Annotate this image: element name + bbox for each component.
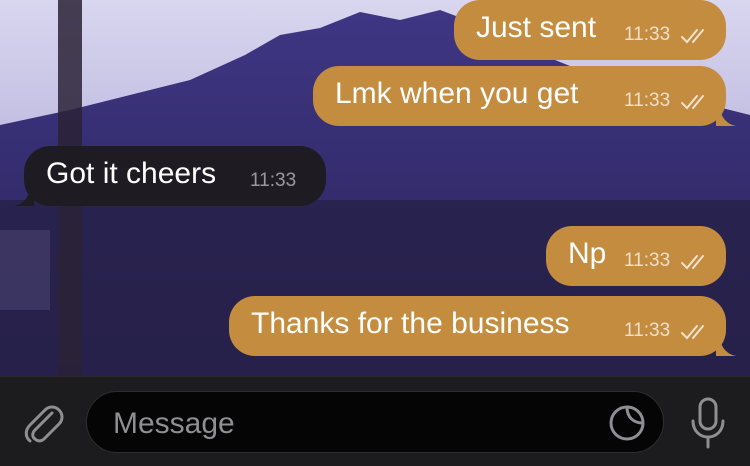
message-text: Got it cheers [46,157,217,190]
bubble-tail [14,186,34,206]
read-receipt-icon [681,95,704,110]
chat-screen: Just sent 11:33 Lmk when you get 11:33 G… [0,0,750,466]
message-text: Just sent [476,11,597,44]
message-input-field[interactable] [86,391,664,453]
read-receipt-icon [681,325,704,340]
bubble-tail [716,336,736,356]
message-time: 11:33 [624,250,671,271]
message-text: Thanks for the business [251,307,570,340]
message-bubble-outgoing[interactable]: Thanks for the business 11:33 [229,296,736,356]
sticker-icon[interactable] [607,403,647,443]
message-time: 11:33 [624,24,671,45]
message-text: Lmk when you get [335,77,579,110]
message-bubble-outgoing[interactable]: Just sent 11:33 [454,0,726,60]
message-time: 11:33 [250,170,297,191]
message-input[interactable] [111,403,595,445]
message-time: 11:33 [624,90,671,111]
microphone-icon[interactable] [688,395,728,451]
read-receipt-icon [681,29,704,44]
paperclip-icon[interactable] [18,399,66,447]
read-receipt-icon [681,255,704,270]
message-composer [0,376,750,466]
message-text: Np [568,237,607,270]
bubble-tail [716,106,736,126]
message-time: 11:33 [624,320,671,341]
message-bubble-outgoing[interactable]: Np 11:33 [546,226,726,286]
message-bubble-incoming[interactable]: Got it cheers 11:33 [14,146,326,206]
message-bubble-outgoing[interactable]: Lmk when you get 11:33 [313,66,736,126]
